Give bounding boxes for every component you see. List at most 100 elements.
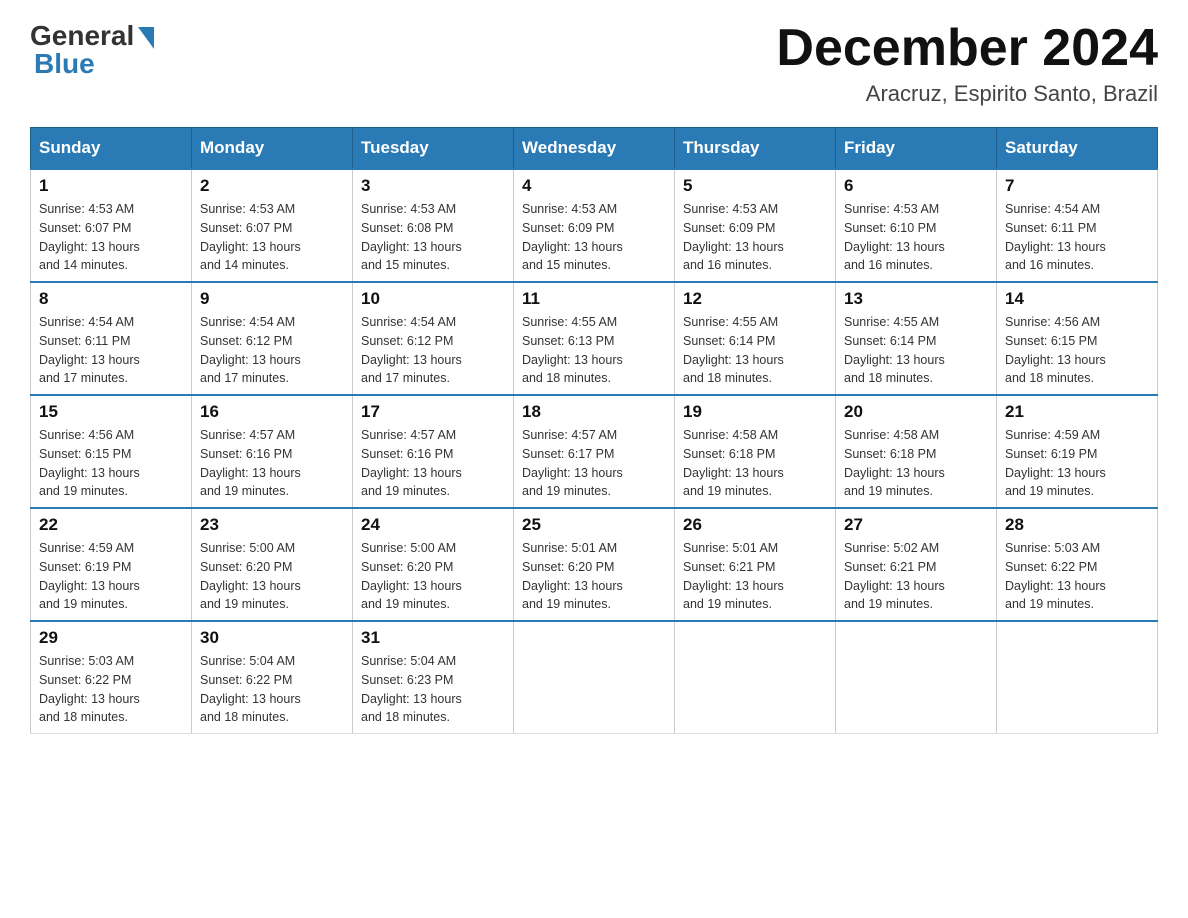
calendar-cell: 17Sunrise: 4:57 AMSunset: 6:16 PMDayligh… (353, 395, 514, 508)
calendar-cell: 25 Sunrise: 5:01 AMSunset: 6:20 PMDayligh… (514, 508, 675, 621)
day-info: Sunrise: 5:01 AMSunset: 6:21 PMDaylight:… (683, 539, 827, 614)
day-number: 11 (522, 289, 666, 309)
calendar-cell: 28Sunrise: 5:03 AMSunset: 6:22 PMDayligh… (997, 508, 1158, 621)
logo: General Blue (30, 20, 154, 80)
calendar-cell: 2 Sunrise: 4:53 AMSunset: 6:07 PMDaylight… (192, 169, 353, 282)
calendar-cell (997, 621, 1158, 734)
column-header-thursday: Thursday (675, 128, 836, 170)
day-info: Sunrise: 5:04 AMSunset: 6:23 PMDaylight:… (361, 652, 505, 727)
day-info: Sunrise: 4:56 AMSunset: 6:15 PMDaylight:… (1005, 313, 1149, 388)
calendar-cell: 8 Sunrise: 4:54 AMSunset: 6:11 PMDaylight… (31, 282, 192, 395)
day-number: 19 (683, 402, 827, 422)
day-info: Sunrise: 5:00 AMSunset: 6:20 PMDaylight:… (361, 539, 505, 614)
column-header-tuesday: Tuesday (353, 128, 514, 170)
calendar-table: SundayMondayTuesdayWednesdayThursdayFrid… (30, 127, 1158, 734)
calendar-week-2: 8 Sunrise: 4:54 AMSunset: 6:11 PMDaylight… (31, 282, 1158, 395)
column-header-friday: Friday (836, 128, 997, 170)
day-info: Sunrise: 4:56 AMSunset: 6:15 PMDaylight:… (39, 426, 183, 501)
day-number: 5 (683, 176, 827, 196)
day-number: 7 (1005, 176, 1149, 196)
month-title: December 2024 (776, 20, 1158, 77)
calendar-cell (836, 621, 997, 734)
calendar-cell: 30 Sunrise: 5:04 AMSunset: 6:22 PMDayligh… (192, 621, 353, 734)
day-info: Sunrise: 4:57 AMSunset: 6:17 PMDaylight:… (522, 426, 666, 501)
location-subtitle: Aracruz, Espirito Santo, Brazil (776, 81, 1158, 107)
calendar-cell: 27 Sunrise: 5:02 AMSunset: 6:21 PMDayligh… (836, 508, 997, 621)
day-info: Sunrise: 5:04 AMSunset: 6:22 PMDaylight:… (200, 652, 344, 727)
calendar-cell: 22 Sunrise: 4:59 AMSunset: 6:19 PMDayligh… (31, 508, 192, 621)
calendar-cell: 6 Sunrise: 4:53 AMSunset: 6:10 PMDaylight… (836, 169, 997, 282)
day-number: 9 (200, 289, 344, 309)
calendar-cell: 5 Sunrise: 4:53 AMSunset: 6:09 PMDaylight… (675, 169, 836, 282)
calendar-cell: 3 Sunrise: 4:53 AMSunset: 6:08 PMDaylight… (353, 169, 514, 282)
day-info: Sunrise: 4:53 AMSunset: 6:07 PMDaylight:… (200, 200, 344, 275)
day-number: 27 (844, 515, 988, 535)
day-number: 4 (522, 176, 666, 196)
day-info: Sunrise: 4:53 AMSunset: 6:09 PMDaylight:… (683, 200, 827, 275)
calendar-cell: 11 Sunrise: 4:55 AMSunset: 6:13 PMDayligh… (514, 282, 675, 395)
calendar-cell: 13 Sunrise: 4:55 AMSunset: 6:14 PMDayligh… (836, 282, 997, 395)
day-number: 3 (361, 176, 505, 196)
day-number: 14 (1005, 289, 1149, 309)
day-number: 2 (200, 176, 344, 196)
calendar-cell: 14 Sunrise: 4:56 AMSunset: 6:15 PMDayligh… (997, 282, 1158, 395)
calendar-week-1: 1 Sunrise: 4:53 AMSunset: 6:07 PMDaylight… (31, 169, 1158, 282)
calendar-cell: 12Sunrise: 4:55 AMSunset: 6:14 PMDayligh… (675, 282, 836, 395)
calendar-cell: 23Sunrise: 5:00 AMSunset: 6:20 PMDayligh… (192, 508, 353, 621)
calendar-cell: 24 Sunrise: 5:00 AMSunset: 6:20 PMDayligh… (353, 508, 514, 621)
calendar-cell: 1Sunrise: 4:53 AMSunset: 6:07 PMDaylight… (31, 169, 192, 282)
day-number: 1 (39, 176, 183, 196)
day-number: 21 (1005, 402, 1149, 422)
calendar-cell (514, 621, 675, 734)
column-header-sunday: Sunday (31, 128, 192, 170)
day-info: Sunrise: 4:57 AMSunset: 6:16 PMDaylight:… (361, 426, 505, 501)
day-number: 12 (683, 289, 827, 309)
calendar-cell: 15 Sunrise: 4:56 AMSunset: 6:15 PMDayligh… (31, 395, 192, 508)
calendar-cell: 4 Sunrise: 4:53 AMSunset: 6:09 PMDaylight… (514, 169, 675, 282)
calendar-header-row: SundayMondayTuesdayWednesdayThursdayFrid… (31, 128, 1158, 170)
day-info: Sunrise: 4:59 AMSunset: 6:19 PMDaylight:… (39, 539, 183, 614)
calendar-week-3: 15 Sunrise: 4:56 AMSunset: 6:15 PMDayligh… (31, 395, 1158, 508)
day-number: 13 (844, 289, 988, 309)
day-info: Sunrise: 5:01 AMSunset: 6:20 PMDaylight:… (522, 539, 666, 614)
day-number: 6 (844, 176, 988, 196)
logo-blue-text: Blue (34, 48, 95, 80)
calendar-cell: 31Sunrise: 5:04 AMSunset: 6:23 PMDayligh… (353, 621, 514, 734)
calendar-cell: 10 Sunrise: 4:54 AMSunset: 6:12 PMDayligh… (353, 282, 514, 395)
column-header-monday: Monday (192, 128, 353, 170)
day-info: Sunrise: 4:54 AMSunset: 6:11 PMDaylight:… (1005, 200, 1149, 275)
logo-arrow-icon (138, 27, 154, 49)
day-info: Sunrise: 5:02 AMSunset: 6:21 PMDaylight:… (844, 539, 988, 614)
column-header-wednesday: Wednesday (514, 128, 675, 170)
day-info: Sunrise: 4:54 AMSunset: 6:12 PMDaylight:… (361, 313, 505, 388)
day-number: 24 (361, 515, 505, 535)
day-number: 18 (522, 402, 666, 422)
calendar-cell: 18 Sunrise: 4:57 AMSunset: 6:17 PMDayligh… (514, 395, 675, 508)
column-header-saturday: Saturday (997, 128, 1158, 170)
day-info: Sunrise: 4:55 AMSunset: 6:14 PMDaylight:… (844, 313, 988, 388)
day-number: 8 (39, 289, 183, 309)
day-number: 20 (844, 402, 988, 422)
calendar-cell: 29Sunrise: 5:03 AMSunset: 6:22 PMDayligh… (31, 621, 192, 734)
calendar-cell (675, 621, 836, 734)
calendar-cell: 26Sunrise: 5:01 AMSunset: 6:21 PMDayligh… (675, 508, 836, 621)
day-number: 22 (39, 515, 183, 535)
day-info: Sunrise: 4:58 AMSunset: 6:18 PMDaylight:… (844, 426, 988, 501)
day-number: 28 (1005, 515, 1149, 535)
day-info: Sunrise: 4:53 AMSunset: 6:09 PMDaylight:… (522, 200, 666, 275)
day-number: 30 (200, 628, 344, 648)
day-number: 10 (361, 289, 505, 309)
day-info: Sunrise: 4:58 AMSunset: 6:18 PMDaylight:… (683, 426, 827, 501)
day-info: Sunrise: 4:53 AMSunset: 6:10 PMDaylight:… (844, 200, 988, 275)
calendar-cell: 7 Sunrise: 4:54 AMSunset: 6:11 PMDaylight… (997, 169, 1158, 282)
calendar-cell: 21Sunrise: 4:59 AMSunset: 6:19 PMDayligh… (997, 395, 1158, 508)
day-number: 16 (200, 402, 344, 422)
day-info: Sunrise: 4:54 AMSunset: 6:11 PMDaylight:… (39, 313, 183, 388)
day-number: 15 (39, 402, 183, 422)
title-block: December 2024 Aracruz, Espirito Santo, B… (776, 20, 1158, 107)
day-info: Sunrise: 4:55 AMSunset: 6:13 PMDaylight:… (522, 313, 666, 388)
day-info: Sunrise: 4:54 AMSunset: 6:12 PMDaylight:… (200, 313, 344, 388)
calendar-cell: 16Sunrise: 4:57 AMSunset: 6:16 PMDayligh… (192, 395, 353, 508)
day-info: Sunrise: 4:53 AMSunset: 6:08 PMDaylight:… (361, 200, 505, 275)
day-number: 25 (522, 515, 666, 535)
